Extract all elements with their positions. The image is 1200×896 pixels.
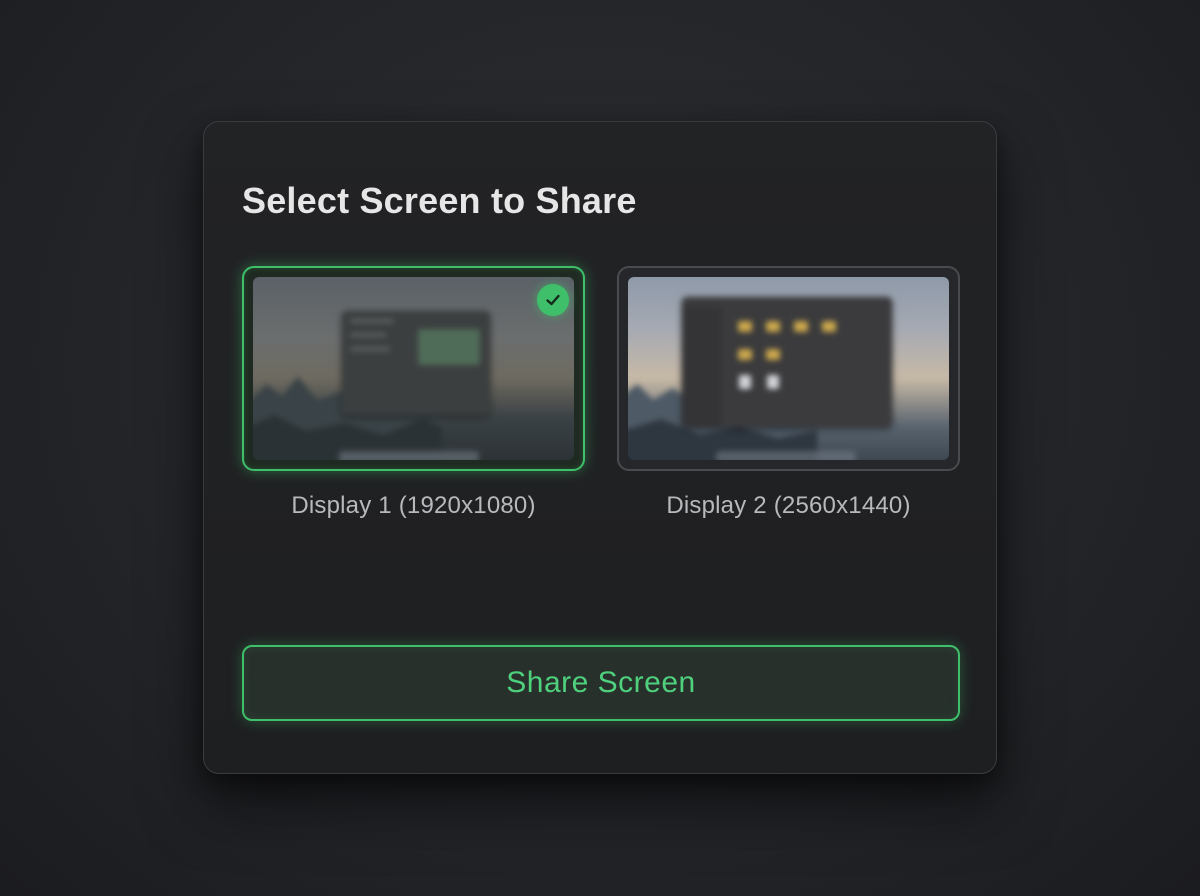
display-1-thumbnail [253,277,574,460]
share-screen-dialog: Select Screen to Share Display 1 (1920x1… [203,121,997,774]
dock-preview [339,451,479,460]
dialog-title: Select Screen to Share [242,180,637,221]
display-2-option[interactable] [617,266,960,471]
checkmark-icon [537,284,569,316]
app-window-preview [342,311,490,415]
display-1-option[interactable] [242,266,585,471]
file-browser-preview [682,297,892,427]
display-1-label: Display 1 (1920x1080) [291,492,536,519]
share-screen-button[interactable]: Share Screen [242,645,960,721]
dock-preview [716,451,856,460]
display-2-label: Display 2 (2560x1440) [666,492,911,519]
display-2-thumbnail [628,277,949,460]
